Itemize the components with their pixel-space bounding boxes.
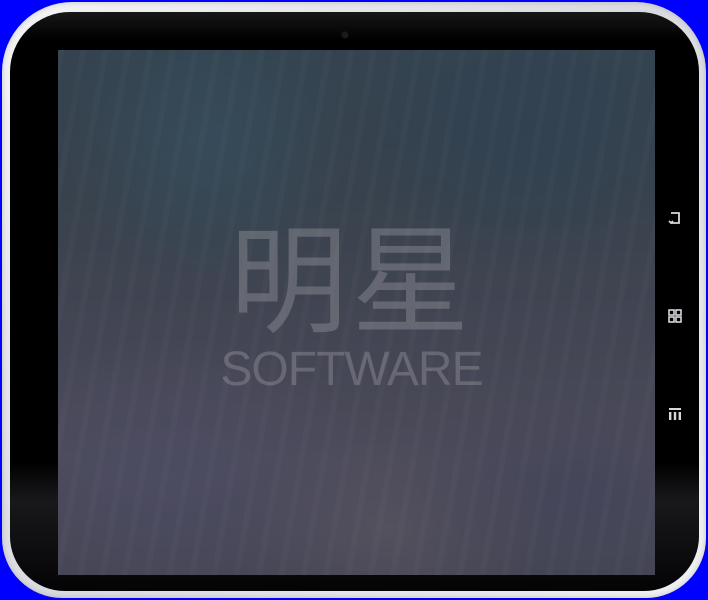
- menu-button[interactable]: [665, 404, 685, 424]
- tablet-device: 明星 SOFTWARE: [2, 2, 706, 598]
- bezel-shine: [10, 12, 699, 40]
- back-button[interactable]: [665, 208, 685, 228]
- menu-icon: [669, 408, 681, 420]
- home-icon: [668, 309, 682, 323]
- tablet-bezel: 明星 SOFTWARE: [10, 12, 699, 591]
- brand-subtitle: SOFTWARE: [220, 343, 483, 396]
- brand-watermark: 明星 SOFTWARE: [58, 220, 655, 396]
- back-icon: [668, 212, 680, 225]
- front-camera: [342, 32, 348, 38]
- tablet-screen[interactable]: 明星 SOFTWARE: [58, 50, 655, 575]
- home-button[interactable]: [665, 306, 685, 326]
- brand-title: 明星: [229, 213, 474, 351]
